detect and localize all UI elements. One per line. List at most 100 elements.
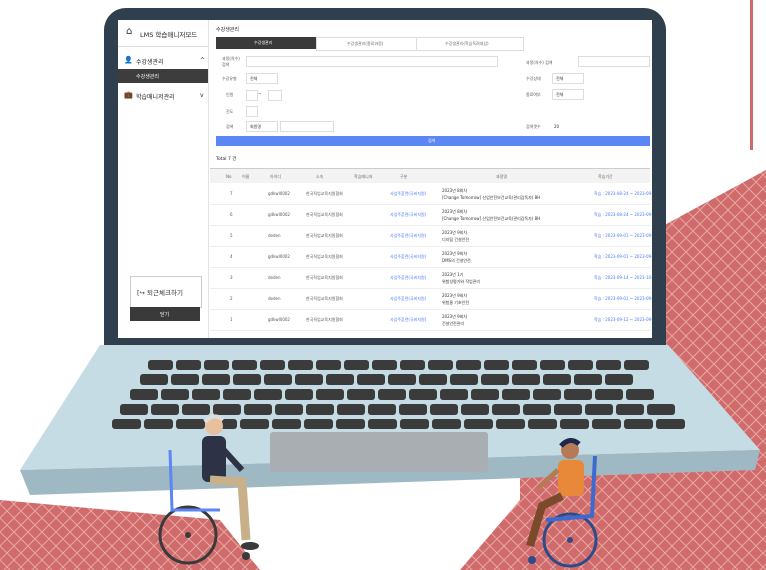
keyboard-key xyxy=(512,374,540,385)
cell-period: 학습 : 2023-08-24 ~ 2023-09-30 xyxy=(594,212,652,217)
keyboard-key xyxy=(368,404,396,415)
cell-course-title[interactable]: DMS의 건설안전 xyxy=(442,257,471,264)
cell-type[interactable]: 사업주훈련(국비지원) xyxy=(390,254,426,260)
cell-course-title[interactable]: 위험물 기초안전 xyxy=(442,299,469,306)
table-row[interactable]: 6 gdkwl0002 한국직업교육지원협회 사업주훈련(국비지원) 학습 : 2023… xyxy=(210,205,652,226)
cell-course-title[interactable]: [Change Tomorrow] 산업안전보건교육(관리감독자) 8H xyxy=(442,194,540,201)
cell-course-title[interactable]: 건설안전관리 xyxy=(442,320,464,327)
sidebar-item-student[interactable]: 수강생관리 xyxy=(136,57,164,66)
keyboard-key xyxy=(592,419,621,429)
cell-period: 학습 : 2023-09-01 ~ 2023-09-30 xyxy=(594,254,652,259)
cell-no: 2 xyxy=(230,296,233,301)
cell-org: 한국직업교육지원협회 xyxy=(306,317,343,322)
search-input[interactable] xyxy=(280,121,334,132)
type-select[interactable]: 전체 xyxy=(246,73,278,84)
cell-type[interactable]: 사업주훈련(국비지원) xyxy=(390,233,426,239)
col-org: 소속 xyxy=(316,174,324,179)
keyboard-key xyxy=(285,389,313,400)
keyboard-key xyxy=(336,419,365,429)
home-icon[interactable]: ⌂ xyxy=(126,26,132,37)
cell-course-title[interactable]: 위험성평가와 작업관리 xyxy=(442,278,480,285)
status-value: 전체 xyxy=(556,76,564,81)
close-button[interactable]: 닫기 xyxy=(130,307,200,321)
table-row[interactable]: 1 gdkwl0002 한국직업교육지원협회 사업주훈련(국비지원) 학습 : 2023… xyxy=(210,310,652,331)
sidebar: ⌂ LMS 학습매니저모드 👤 수강생관리 ^ 수강생관리 💼 학습매니저관리 … xyxy=(118,20,209,338)
keyboard-key xyxy=(161,389,189,400)
keyboard-key xyxy=(624,360,649,370)
cell-period: 학습 : 2023-08-24 ~ 2023-09-30 xyxy=(594,191,652,196)
cell-org: 한국직업교육지원협회 xyxy=(306,275,343,280)
checkin-label: [↪ 퇴근체크하기 xyxy=(137,289,183,297)
keyboard-key xyxy=(616,404,644,415)
personnel-max-input[interactable] xyxy=(268,90,282,101)
course-search-input[interactable] xyxy=(246,56,498,67)
page-title: 수강생관리 xyxy=(216,27,240,33)
keyboard-key xyxy=(378,389,406,400)
cell-no: 1 xyxy=(230,317,233,322)
sidebar-subitem-active[interactable]: 수강생관리 xyxy=(118,69,208,83)
tab-encourage[interactable]: 수강생관리(학습독려대상) xyxy=(416,37,524,51)
cell-no: 5 xyxy=(230,233,233,238)
type-label: 수강유형 xyxy=(222,76,237,81)
cell-course-round: 2023년 8회차 xyxy=(442,188,468,193)
complete-select[interactable]: 전체 xyxy=(552,89,584,100)
cell-type[interactable]: 사업주훈련(국비지원) xyxy=(390,296,426,302)
keyboard-key xyxy=(554,404,582,415)
table-row[interactable]: 4 gdkwl0002 한국직업교육지원협회 사업주훈련(국비지원) 학습 : 2023… xyxy=(210,247,652,268)
keyboard-key xyxy=(140,374,168,385)
keyboard-key xyxy=(171,374,199,385)
cell-id: deden xyxy=(268,275,281,280)
cell-org: 한국직업교육지원협회 xyxy=(306,296,343,301)
col-course: 과정명 xyxy=(496,174,508,179)
cell-course-title[interactable]: [Change Tomorrow] 산업안전보건교육(관리감독자) 8H xyxy=(442,215,540,222)
cell-type[interactable]: 사업주훈련(국비지원) xyxy=(390,191,426,197)
keyboard-key xyxy=(409,389,437,400)
keyboard-key xyxy=(533,389,561,400)
table-row[interactable]: 2 deden 한국직업교육지원협회 사업주훈련(국비지원) 학습 : 2023-09-… xyxy=(210,289,652,310)
keyboard-key xyxy=(432,419,461,429)
keyboard-key xyxy=(496,419,525,429)
cell-org: 한국직업교육지원협회 xyxy=(306,191,343,196)
cell-id: deden xyxy=(268,233,281,238)
cell-course-round: 2023년 9회차 xyxy=(442,251,468,256)
keyboard-key xyxy=(502,389,530,400)
status-select[interactable]: 전체 xyxy=(552,73,584,84)
tab-student[interactable]: 수강생관리 xyxy=(216,37,316,49)
cell-type[interactable]: 사업주훈련(국비지원) xyxy=(390,317,426,323)
col-period: 학습기간 xyxy=(598,174,613,179)
search-field-value: 회원명 xyxy=(250,124,262,129)
cell-no: 4 xyxy=(230,254,233,259)
cell-org: 한국직업교육지원협회 xyxy=(306,254,343,259)
keyboard-key xyxy=(528,419,557,429)
search-button[interactable]: 검색 xyxy=(216,136,650,146)
table-row[interactable]: 7 gdkwl0002 한국직업교육지원협회 사업주훈련(국비지원) 학습 : 2023… xyxy=(210,184,652,205)
table-row[interactable]: 5 deden 한국직업교육지원협회 사업주훈련(국비지원) 학습 : 2023-09-… xyxy=(210,226,652,247)
cell-type[interactable]: 사업주훈련(국비지원) xyxy=(390,275,426,281)
keyboard-key xyxy=(428,360,453,370)
personnel-min-input[interactable] xyxy=(246,90,258,101)
cell-type[interactable]: 사업주훈련(국비지원) xyxy=(390,212,426,218)
sidebar-item-manager[interactable]: 학습매니저관리 xyxy=(136,92,175,101)
keyboard-key xyxy=(564,389,592,400)
keyboard-key xyxy=(450,374,478,385)
keyboard-key xyxy=(347,389,375,400)
search-field-select[interactable]: 회원명 xyxy=(246,121,278,132)
progress-label: 진도 xyxy=(226,109,234,114)
cell-course-round: 2023년 1기 xyxy=(442,272,464,277)
page-count-value[interactable]: 20 xyxy=(554,124,559,129)
table-row[interactable]: 3 deden 한국직업교육지원협회 사업주훈련(국비지원) 학습 : 2023-09-… xyxy=(210,268,652,289)
tab-ended[interactable]: 수강생관리(종료과정) xyxy=(316,37,418,51)
keyboard-key xyxy=(326,374,354,385)
keyboard-key xyxy=(176,360,201,370)
progress-input[interactable] xyxy=(246,106,258,117)
col-manager: 학습매니저 xyxy=(354,174,373,179)
keyboard-key xyxy=(596,360,621,370)
cell-org: 한국직업교육지원협회 xyxy=(306,212,343,217)
cell-course-title[interactable]: 디지털 건설안전 xyxy=(442,236,469,243)
checkin-button[interactable]: [↪ 퇴근체크하기 xyxy=(130,276,202,308)
keyboard-key xyxy=(112,419,141,429)
course-search2-input[interactable] xyxy=(578,56,650,67)
keyboard-key xyxy=(440,389,468,400)
keyboard-key xyxy=(400,419,429,429)
personnel-label: 인원 xyxy=(226,92,234,97)
